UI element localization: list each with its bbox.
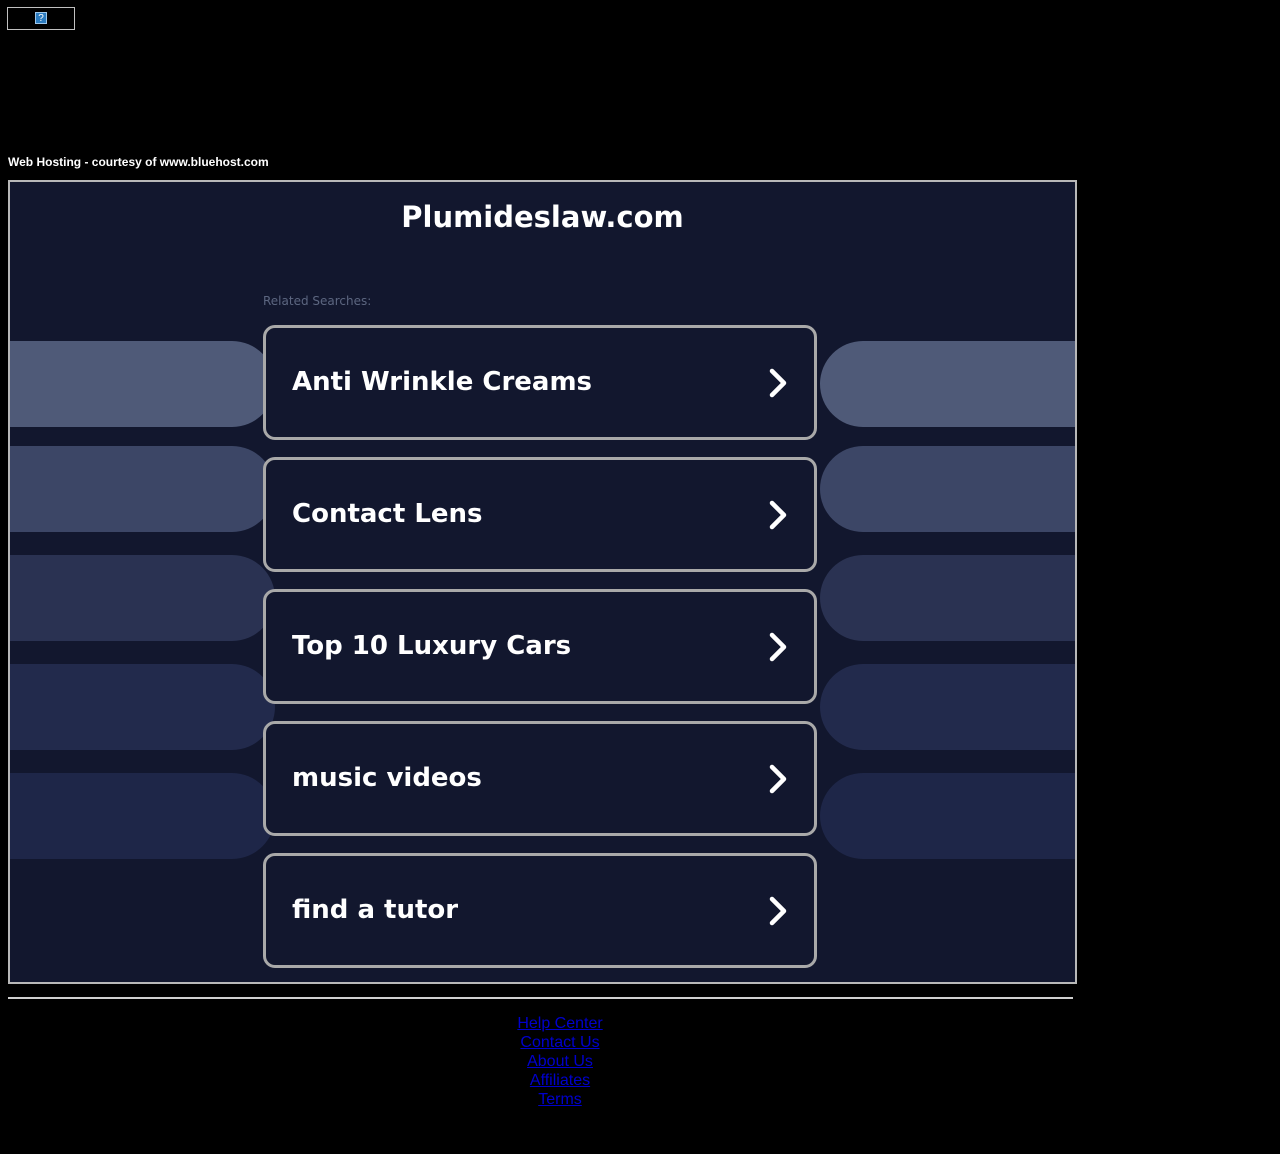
decorative-pill-left-2 [10,446,275,532]
footer-link-help-center[interactable]: Help Center [460,1014,660,1033]
related-searches-label: Related Searches: [263,294,372,308]
footer-links: Help Center Contact Us About Us Affiliat… [460,1014,660,1109]
decorative-pill-left-5 [10,773,275,859]
search-item-anti-wrinkle-creams[interactable]: Anti Wrinkle Creams [263,325,817,440]
decorative-pill-right-1 [820,341,1075,427]
search-item-label: Top 10 Luxury Cars [292,631,572,661]
search-item-label: Contact Lens [292,499,483,529]
search-item-label: music videos [292,763,482,793]
broken-ad-image[interactable]: ? [7,7,75,30]
chevron-right-icon [769,368,787,398]
parked-domain-frame: Plumideslaw.com Related Searches: Anti W… [8,180,1077,984]
footer-link-contact-us[interactable]: Contact Us [460,1033,660,1052]
broken-image-icon: ? [35,12,47,24]
search-item-label: Anti Wrinkle Creams [292,367,593,397]
decorative-pill-right-2 [820,446,1075,532]
search-item-contact-lens[interactable]: Contact Lens [263,457,817,572]
footer-link-about-us[interactable]: About Us [460,1052,660,1071]
decorative-pill-right-5 [820,773,1075,859]
chevron-right-icon [769,764,787,794]
decorative-pill-right-4 [820,664,1075,750]
footer-link-affiliates[interactable]: Affiliates [460,1071,660,1090]
search-item-music-videos[interactable]: music videos [263,721,817,836]
decorative-pill-left-1 [10,341,275,427]
chevron-right-icon [769,632,787,662]
decorative-pill-right-3 [820,555,1075,641]
footer-divider [8,997,1073,999]
footer-link-terms[interactable]: Terms [460,1090,660,1109]
decorative-pill-left-4 [10,664,275,750]
chevron-right-icon [769,896,787,926]
decorative-pill-left-3 [10,555,275,641]
search-item-label: find a tutor [292,895,459,925]
search-item-find-a-tutor[interactable]: find a tutor [263,853,817,968]
hosting-note: Web Hosting - courtesy of www.bluehost.c… [8,155,269,169]
site-title: Plumideslaw.com [401,200,684,234]
search-item-top-10-luxury-cars[interactable]: Top 10 Luxury Cars [263,589,817,704]
chevron-right-icon [769,500,787,530]
